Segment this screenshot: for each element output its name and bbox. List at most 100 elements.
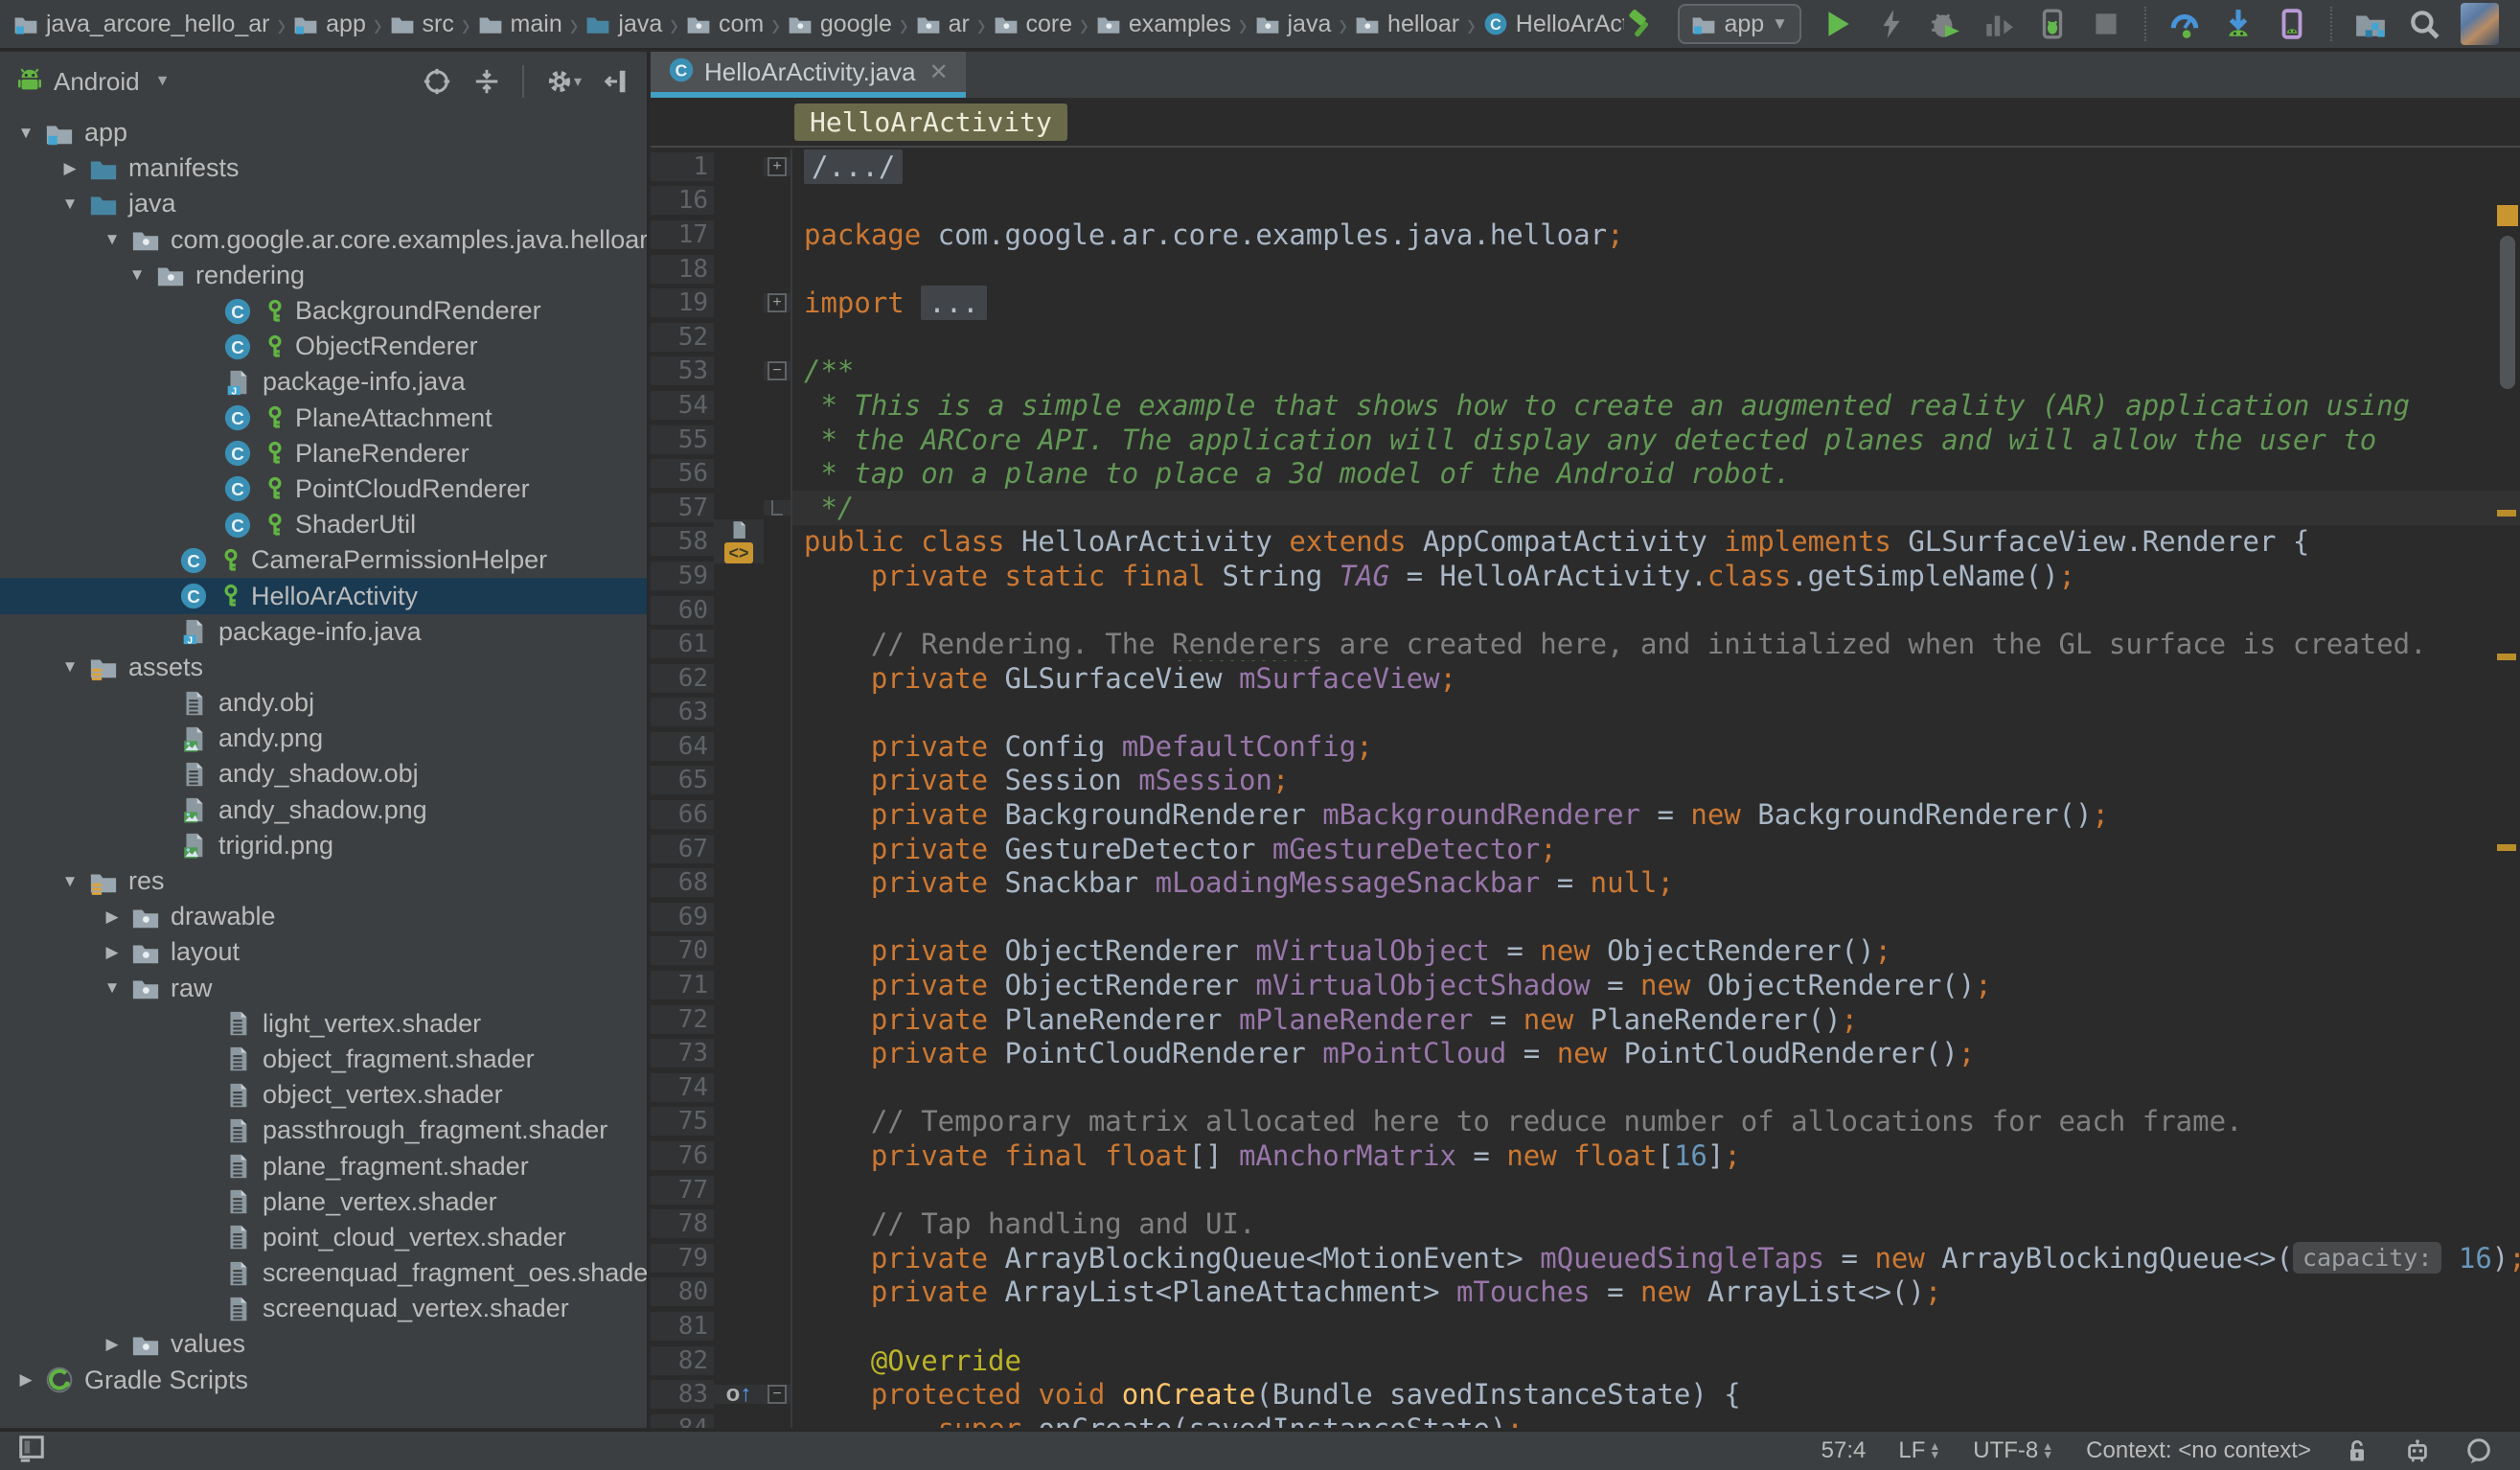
tree-item-object-vertex-shader[interactable]: object_vertex.shader: [0, 1077, 647, 1113]
tree-item-rendering[interactable]: ▼rendering: [0, 258, 647, 293]
profiler-gauge-button[interactable]: [2167, 5, 2202, 43]
tree-item-gradle-scripts[interactable]: ▶Gradle Scripts: [0, 1363, 647, 1398]
tree-item-plane-vertex-shader[interactable]: plane_vertex.shader: [0, 1184, 647, 1220]
tree-item-andy-shadow-obj[interactable]: andy_shadow.obj: [0, 756, 647, 792]
breadcrumb-item-app[interactable]: app: [293, 11, 366, 38]
tree-expand-arrow[interactable]: ▼: [96, 978, 128, 998]
code-line-81[interactable]: 81: [651, 1309, 2520, 1344]
code-line-67[interactable]: 67 private GestureDetector mGestureDetec…: [651, 832, 2520, 866]
breadcrumb-item-main[interactable]: main: [478, 11, 562, 38]
target-button[interactable]: [423, 67, 451, 96]
sdk-manager-button[interactable]: [2221, 5, 2256, 43]
tree-item-assets[interactable]: ▼assets: [0, 650, 647, 685]
fold-marker-minus[interactable]: −: [764, 1385, 790, 1404]
code-line-61[interactable]: 61 // Rendering. The Renderers are creat…: [651, 627, 2520, 661]
tree-expand-arrow[interactable]: ▼: [54, 657, 86, 677]
tree-item-com-google-ar-core-examples-java-helloar[interactable]: ▼com.google.ar.core.examples.java.helloa…: [0, 222, 647, 258]
breadcrumb-item-examples[interactable]: examples: [1096, 11, 1231, 38]
code-line-52[interactable]: 52: [651, 320, 2520, 355]
tree-item-point-cloud-vertex-shader[interactable]: point_cloud_vertex.shader: [0, 1220, 647, 1255]
fold-marker-plus[interactable]: +: [764, 293, 790, 312]
tree-expand-arrow[interactable]: ▼: [10, 124, 42, 143]
code-line-17[interactable]: 17package com.google.ar.core.examples.ja…: [651, 218, 2520, 252]
breadcrumb-item-ar[interactable]: ar: [916, 11, 970, 38]
code-line-54[interactable]: 54 * This is a simple example that shows…: [651, 388, 2520, 423]
breadcrumb-item-helloar[interactable]: helloar: [1355, 11, 1459, 38]
tree-expand-arrow[interactable]: ▶: [96, 943, 128, 962]
context-widget[interactable]: Context: <no context>: [2086, 1437, 2311, 1464]
breadcrumb-item-java[interactable]: java: [585, 11, 662, 38]
code-editor[interactable]: 1+/.../1617package com.google.ar.core.ex…: [651, 149, 2520, 1428]
error-stripe-warning-mark[interactable]: [2497, 510, 2516, 517]
tree-expand-arrow[interactable]: ▶: [96, 907, 128, 927]
tree-item-helloaractivity[interactable]: CHelloArActivity: [0, 578, 647, 613]
tree-item-screenquad-vertex-shader[interactable]: screenquad_vertex.shader: [0, 1291, 647, 1326]
caret-position[interactable]: 57:4: [1821, 1437, 1867, 1464]
tree-expand-arrow[interactable]: ▶: [10, 1370, 42, 1390]
sync-project-button[interactable]: [2353, 5, 2388, 43]
code-line-62[interactable]: 62 private GLSurfaceView mSurfaceView;: [651, 661, 2520, 696]
breadcrumb-item-com[interactable]: com: [686, 11, 764, 38]
related-xml-gutter-icon[interactable]: <>: [714, 519, 764, 563]
tree-item-package-info-java[interactable]: Jpackage-info.java: [0, 364, 647, 400]
tree-item-andy-png[interactable]: andy.png: [0, 721, 647, 756]
fold-marker-plus[interactable]: +: [764, 157, 790, 176]
tree-item-java[interactable]: ▼java: [0, 186, 647, 221]
tree-expand-arrow[interactable]: ▼: [96, 230, 128, 249]
breadcrumb-item-src[interactable]: src: [390, 11, 454, 38]
tree-item-pointcloudrenderer[interactable]: CPointCloudRenderer: [0, 471, 647, 507]
code-line-64[interactable]: 64 private Config mDefaultConfig;: [651, 729, 2520, 764]
tree-expand-arrow[interactable]: ▶: [54, 159, 86, 178]
code-line-59[interactable]: 59 private static final String TAG = Hel…: [651, 559, 2520, 593]
tree-item-passthrough-fragment-shader[interactable]: passthrough_fragment.shader: [0, 1113, 647, 1148]
error-stripe-warning-mark[interactable]: [2497, 654, 2516, 660]
tree-item-layout[interactable]: ▶layout: [0, 934, 647, 970]
code-line-69[interactable]: 69: [651, 900, 2520, 934]
tree-item-values[interactable]: ▶values: [0, 1326, 647, 1362]
code-line-56[interactable]: 56 * tap on a plane to place a 3d model …: [651, 456, 2520, 491]
code-line-68[interactable]: 68 private Snackbar mLoadingMessageSnack…: [651, 865, 2520, 900]
tree-expand-arrow[interactable]: ▼: [54, 872, 86, 891]
tree-expand-arrow[interactable]: ▼: [121, 265, 153, 285]
code-line-75[interactable]: 75 // Temporary matrix allocated here to…: [651, 1105, 2520, 1139]
code-line-83[interactable]: 83o↑− protected void onCreate(Bundle sav…: [651, 1377, 2520, 1412]
tree-item-screenquad-fragment-oes-shader[interactable]: screenquad_fragment_oes.shader: [0, 1255, 647, 1291]
run-play-button[interactable]: [1821, 5, 1855, 43]
stop-square-button[interactable]: [2089, 5, 2123, 43]
event-log-bubble-icon[interactable]: [2464, 1436, 2493, 1465]
avd-manager-button[interactable]: [2275, 5, 2309, 43]
tree-item-app[interactable]: ▼app: [0, 115, 647, 150]
run-configuration-selector[interactable]: app▼: [1678, 4, 1801, 44]
tree-item-andy-obj[interactable]: andy.obj: [0, 685, 647, 721]
encoding-widget[interactable]: UTF-8 ▲▼: [1973, 1437, 2053, 1464]
user-avatar[interactable]: [2461, 3, 2499, 45]
tree-item-objectrenderer[interactable]: CObjectRenderer: [0, 329, 647, 364]
tree-item-camerapermissionhelper[interactable]: CCameraPermissionHelper: [0, 542, 647, 578]
code-line-84[interactable]: 84 super.onCreate(savedInstanceState);: [651, 1412, 2520, 1428]
apply-changes-lightning-button[interactable]: [1874, 5, 1909, 43]
close-icon[interactable]: ✕: [929, 58, 949, 86]
error-stripe-warning-square[interactable]: [2497, 205, 2518, 226]
code-line-74[interactable]: 74: [651, 1070, 2520, 1105]
tree-expand-arrow[interactable]: ▼: [54, 195, 86, 214]
breadcrumb-item-java_arcore_hello_ar[interactable]: java_arcore_hello_ar: [13, 11, 269, 38]
code-line-78[interactable]: 78 // Tap handling and UI.: [651, 1206, 2520, 1241]
tree-item-res[interactable]: ▼res: [0, 863, 647, 899]
tab-helloaractivity[interactable]: C HelloArActivity.java ✕: [651, 52, 966, 98]
collapse-button[interactable]: [472, 67, 501, 96]
project-view-selector[interactable]: Android: [54, 67, 140, 97]
code-line-16[interactable]: 16: [651, 184, 2520, 218]
code-line-57[interactable]: 57 */: [651, 491, 2520, 525]
code-line-79[interactable]: 79 private ArrayBlockingQueue<MotionEven…: [651, 1241, 2520, 1275]
breadcrumb-class[interactable]: HelloArActivity: [794, 103, 1067, 141]
tree-item-object-fragment-shader[interactable]: object_fragment.shader: [0, 1042, 647, 1077]
code-line-63[interactable]: 63: [651, 696, 2520, 730]
code-line-72[interactable]: 72 private PlaneRenderer mPlaneRenderer …: [651, 1002, 2520, 1037]
tree-item-manifests[interactable]: ▶manifests: [0, 150, 647, 186]
code-line-53[interactable]: 53−/**: [651, 355, 2520, 389]
breadcrumb-item-core[interactable]: core: [994, 11, 1073, 38]
lock-icon[interactable]: [2344, 1437, 2371, 1464]
scrollbar-thumb[interactable]: [2500, 236, 2515, 389]
code-line-19[interactable]: 19+import ...: [651, 286, 2520, 320]
tree-item-plane-fragment-shader[interactable]: plane_fragment.shader: [0, 1148, 647, 1183]
